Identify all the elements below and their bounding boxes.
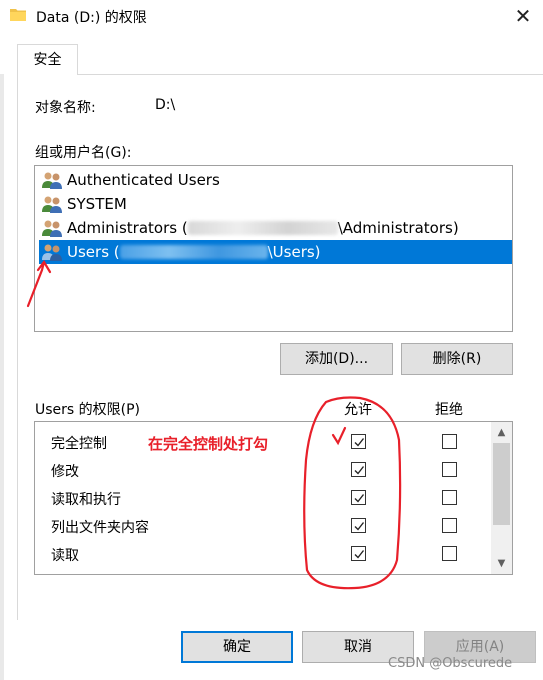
allow-checkbox-list-folder[interactable] — [351, 518, 366, 533]
annotation-text: 在完全控制处打勾 — [148, 435, 269, 453]
scrollbar-thumb[interactable] — [493, 443, 510, 525]
permission-row-read: 读取 — [35, 540, 490, 568]
watermark: CSDN @Obscurede — [388, 656, 513, 671]
checkmark-icon — [354, 494, 365, 503]
users-group-icon — [42, 172, 62, 189]
deny-checkbox-modify[interactable] — [442, 462, 457, 477]
object-name-value: D:\ — [155, 97, 176, 113]
redacted-machine-name — [187, 221, 338, 235]
permission-row-list-folder: 列出文件夹内容 — [35, 512, 490, 540]
checkmark-icon — [354, 550, 365, 559]
window-edge — [0, 32, 4, 680]
user-label-prefix: Users ( — [67, 243, 120, 261]
permission-name: 列出文件夹内容 — [51, 520, 149, 536]
user-label: SYSTEM — [67, 195, 127, 213]
checkmark-icon — [354, 522, 365, 531]
permission-name: 读取和执行 — [51, 492, 121, 508]
allow-checkbox-read-execute[interactable] — [351, 490, 366, 505]
deny-checkbox-full-control[interactable] — [442, 434, 457, 449]
remove-button[interactable]: 删除(R) — [401, 343, 513, 375]
permission-name: 读取 — [51, 548, 79, 564]
deny-checkbox-read[interactable] — [442, 546, 457, 561]
user-label-suffix: \Users) — [267, 243, 321, 261]
users-listbox[interactable]: Authenticated Users SYSTEM Administrator… — [34, 165, 513, 332]
deny-column-header: 拒绝 — [435, 402, 463, 418]
user-label-suffix: \Administrators) — [337, 219, 459, 237]
redacted-machine-name — [119, 245, 268, 259]
allow-checkbox-read[interactable] — [351, 546, 366, 561]
deny-checkbox-list-folder[interactable] — [442, 518, 457, 533]
users-group-icon — [42, 196, 62, 213]
allow-checkbox-full-control[interactable] — [351, 434, 366, 449]
allow-checkbox-modify[interactable] — [351, 462, 366, 477]
checkmark-icon — [354, 466, 365, 475]
permission-name: 修改 — [51, 464, 79, 480]
permission-row-modify: 修改 — [35, 456, 490, 484]
list-item-users[interactable]: Users ( \Users) — [39, 240, 512, 264]
folder-icon — [10, 9, 26, 21]
permission-name: 完全控制 — [51, 436, 107, 452]
allow-column-header: 允许 — [344, 402, 372, 418]
list-item-administrators[interactable]: Administrators ( \Administrators) — [39, 216, 512, 240]
permissions-list: 完全控制 修改 读取和执行 列出文件夹内容 读取 — [34, 421, 513, 575]
scroll-down-arrow-icon[interactable]: ▼ — [491, 556, 512, 572]
users-group-icon — [42, 220, 62, 237]
checkmark-icon — [354, 438, 365, 447]
object-name-label: 对象名称: — [35, 100, 96, 116]
user-label: Authenticated Users — [67, 171, 220, 189]
add-button[interactable]: 添加(D)... — [280, 343, 393, 375]
deny-checkbox-partial[interactable] — [442, 574, 457, 575]
tab-strip — [0, 32, 543, 74]
permission-row-read-execute: 读取和执行 — [35, 484, 490, 512]
scroll-up-arrow-icon[interactable]: ▲ — [491, 425, 512, 441]
allow-checkbox-partial[interactable] — [351, 574, 366, 575]
close-button[interactable]: ✕ — [508, 2, 538, 30]
groups-label: 组或用户名(G): — [35, 145, 132, 161]
permission-row-partial — [35, 568, 490, 575]
tab-security[interactable]: 安全 — [17, 44, 78, 75]
users-group-icon — [42, 244, 62, 261]
ok-button[interactable]: 确定 — [181, 631, 293, 663]
user-label-prefix: Administrators ( — [67, 219, 188, 237]
permissions-label: Users 的权限(P) — [35, 402, 141, 418]
deny-checkbox-read-execute[interactable] — [442, 490, 457, 505]
list-item-authenticated-users[interactable]: Authenticated Users — [39, 168, 512, 192]
list-item-system[interactable]: SYSTEM — [39, 192, 512, 216]
window-title: Data (D:) 的权限 — [36, 10, 147, 26]
